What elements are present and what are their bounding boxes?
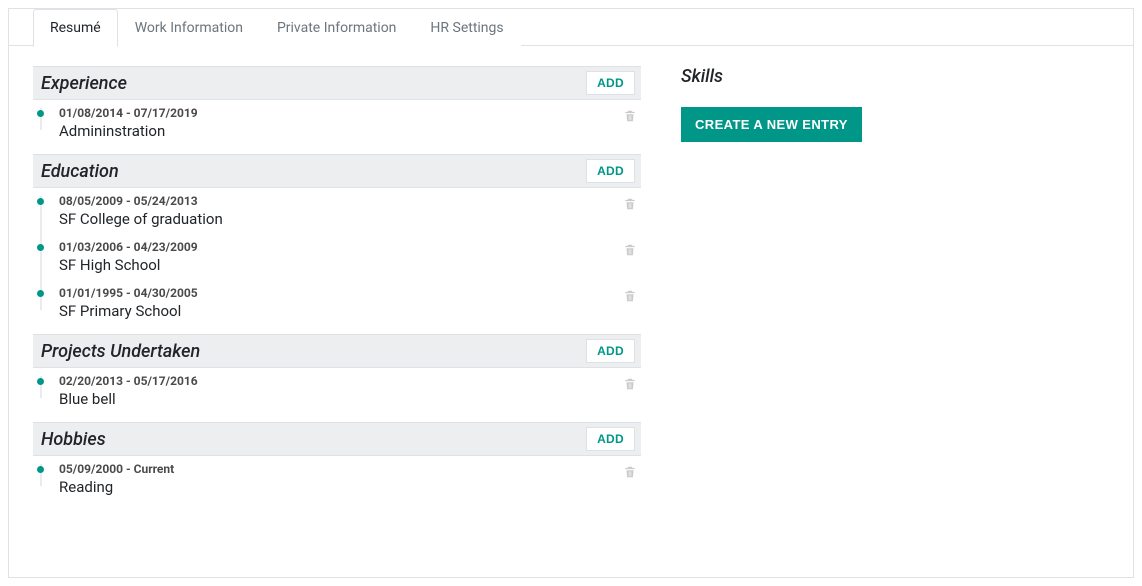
resume-column: Experience ADD 01/08/2014 - 07/17/2019 A… [33,58,641,502]
entry-dates: 05/09/2000 - Current [59,462,641,476]
section-header: Hobbies ADD [33,422,641,456]
trash-icon[interactable] [623,242,637,258]
section-hobbies: Hobbies ADD 05/09/2000 - Current Reading [33,422,641,502]
section-header: Experience ADD [33,66,641,100]
section-title: Projects Undertaken [41,341,200,362]
entry-title: SF Primary School [59,302,641,320]
trash-icon[interactable] [623,376,637,392]
entry-dates: 08/05/2009 - 05/24/2013 [59,194,641,208]
trash-icon[interactable] [623,288,637,304]
add-button[interactable]: ADD [586,159,635,183]
timeline: 08/05/2009 - 05/24/2013 SF College of gr… [33,188,641,326]
add-button[interactable]: ADD [586,71,635,95]
skills-title: Skills [681,66,1109,87]
trash-icon[interactable] [623,108,637,124]
entry-title: Reading [59,478,641,496]
section-education: Education ADD 08/05/2009 - 05/24/2013 SF… [33,154,641,326]
create-new-entry-button[interactable]: CREATE A NEW ENTRY [681,107,862,142]
resume-entry[interactable]: 02/20/2013 - 05/17/2016 Blue bell [43,368,641,414]
skills-column: Skills CREATE A NEW ENTRY [681,58,1109,502]
entry-title: SF College of graduation [59,210,641,228]
tabs: Resumé Work Information Private Informat… [9,9,1133,46]
section-title: Hobbies [41,429,106,450]
timeline-dot-icon [37,244,44,251]
timeline-dot-icon [37,378,44,385]
entry-dates: 02/20/2013 - 05/17/2016 [59,374,641,388]
section-title: Experience [41,73,127,94]
tab-work-information[interactable]: Work Information [118,9,260,46]
tab-resume[interactable]: Resumé [33,9,118,47]
tab-content: Experience ADD 01/08/2014 - 07/17/2019 A… [9,46,1133,526]
resume-entry[interactable]: 08/05/2009 - 05/24/2013 SF College of gr… [43,188,641,234]
add-button[interactable]: ADD [586,427,635,451]
resume-entry[interactable]: 01/08/2014 - 07/17/2019 Admininstration [43,100,641,146]
entry-title: SF High School [59,256,641,274]
entry-dates: 01/08/2014 - 07/17/2019 [59,106,641,120]
page-wrapper: Resumé Work Information Private Informat… [8,8,1134,578]
timeline-dot-icon [37,466,44,473]
add-button[interactable]: ADD [586,339,635,363]
section-header: Education ADD [33,154,641,188]
section-experience: Experience ADD 01/08/2014 - 07/17/2019 A… [33,66,641,146]
entry-title: Admininstration [59,122,641,140]
entry-dates: 01/03/2006 - 04/23/2009 [59,240,641,254]
tab-private-information[interactable]: Private Information [260,9,413,46]
trash-icon[interactable] [623,196,637,212]
timeline: 02/20/2013 - 05/17/2016 Blue bell [33,368,641,414]
timeline-dot-icon [37,110,44,117]
tab-hr-settings[interactable]: HR Settings [413,9,520,46]
entry-title: Blue bell [59,390,641,408]
timeline-dot-icon [37,290,44,297]
resume-entry[interactable]: 05/09/2000 - Current Reading [43,456,641,502]
section-title: Education [41,161,119,182]
section-header: Projects Undertaken ADD [33,334,641,368]
trash-icon[interactable] [623,464,637,480]
resume-entry[interactable]: 01/03/2006 - 04/23/2009 SF High School [43,234,641,280]
section-projects: Projects Undertaken ADD 02/20/2013 - 05/… [33,334,641,414]
timeline: 05/09/2000 - Current Reading [33,456,641,502]
timeline-dot-icon [37,198,44,205]
resume-entry[interactable]: 01/01/1995 - 04/30/2005 SF Primary Schoo… [43,280,641,326]
entry-dates: 01/01/1995 - 04/30/2005 [59,286,641,300]
timeline: 01/08/2014 - 07/17/2019 Admininstration [33,100,641,146]
